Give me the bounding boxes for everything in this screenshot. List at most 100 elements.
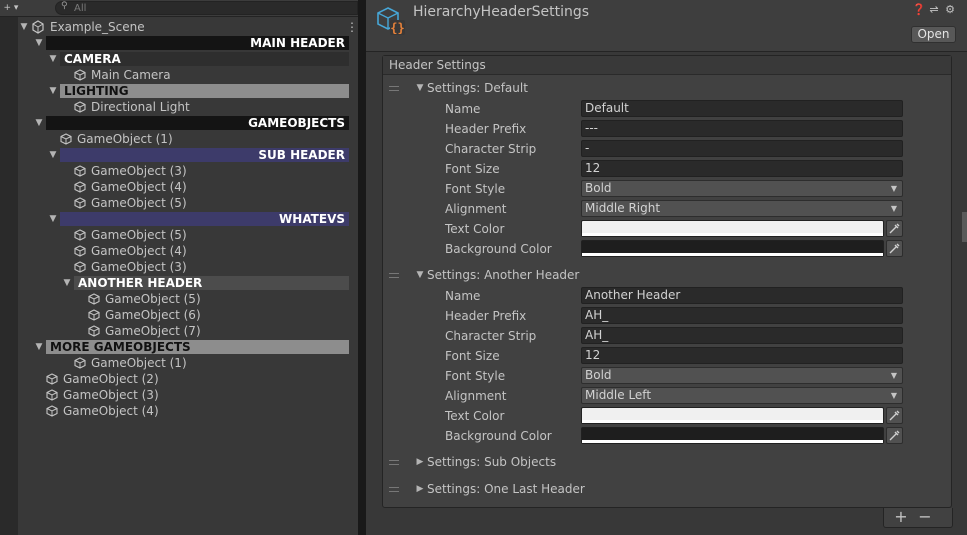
preset-icon[interactable]: ⇌ — [928, 4, 940, 16]
gameobject-label: GameObject (3) — [91, 260, 187, 274]
hierarchy-object-row[interactable]: GameObject (2) — [18, 371, 358, 387]
hierarchy-object-row[interactable]: GameObject (1) — [18, 355, 358, 371]
svg-text:{}: {} — [390, 21, 404, 35]
text-color-swatch[interactable] — [581, 220, 884, 237]
alignment-dropdown[interactable]: Middle Right ▼ — [581, 200, 903, 217]
gameobject-label: GameObject (5) — [105, 292, 201, 306]
add-element-button[interactable]: + — [891, 508, 911, 528]
drag-handle-icon[interactable] — [389, 487, 399, 492]
hierarchy-object-row[interactable]: GameObject (3) — [18, 163, 358, 179]
expand-arrow-icon[interactable]: ▼ — [33, 35, 45, 51]
header-label: GAMEOBJECTS — [46, 116, 349, 130]
expand-arrow-icon[interactable]: ▼ — [61, 275, 73, 291]
settings-section-title[interactable]: Settings: Default — [427, 81, 528, 95]
hierarchy-object-row[interactable]: GameObject (3) — [18, 387, 358, 403]
settings-section-title[interactable]: Settings: One Last Header — [427, 482, 585, 496]
font-style-dropdown[interactable]: Bold ▼ — [581, 180, 903, 197]
open-button[interactable]: Open — [911, 26, 956, 43]
name-field[interactable]: Another Header — [581, 287, 903, 304]
eyedropper-button[interactable] — [886, 220, 903, 237]
hierarchy-object-row[interactable]: GameObject (3) — [18, 259, 358, 275]
name-field[interactable]: Default — [581, 100, 903, 117]
hierarchy-object-row[interactable]: GameObject (4) — [18, 403, 358, 419]
hierarchy-header-row[interactable]: ▼ LIGHTING — [18, 83, 358, 99]
create-dropdown-button[interactable]: + ▾ — [0, 0, 22, 16]
hierarchy-object-row[interactable]: GameObject (4) — [18, 243, 358, 259]
search-input[interactable] — [74, 2, 344, 14]
hierarchy-header-row[interactable]: ▼ ANOTHER HEADER — [18, 275, 358, 291]
foldout-collapsed-icon[interactable]: ▶ — [415, 457, 425, 467]
property-label-alignment: Alignment — [445, 202, 507, 216]
gameobject-cube-icon — [88, 309, 100, 321]
remove-element-button[interactable]: − — [915, 508, 935, 528]
expand-arrow-icon[interactable]: ▼ — [33, 115, 45, 131]
hierarchy-object-row[interactable]: GameObject (4) — [18, 179, 358, 195]
hierarchy-header-row[interactable]: ▼ MORE GAMEOBJECTS — [18, 339, 358, 355]
font-size-field[interactable]: 12 — [581, 347, 903, 364]
dropdown-caret-icon: ▼ — [890, 184, 897, 193]
settings-icon[interactable]: ⚙ — [944, 4, 956, 16]
expand-arrow-icon[interactable]: ▼ — [47, 83, 59, 99]
gameobject-cube-icon — [88, 293, 100, 305]
foldout-collapsed-icon[interactable]: ▶ — [415, 484, 425, 494]
scene-menu-icon[interactable]: ⋮ — [346, 19, 358, 35]
header-label: LIGHTING — [60, 84, 349, 98]
gameobject-label: GameObject (2) — [63, 372, 159, 386]
expand-arrow-icon[interactable]: ▼ — [18, 19, 30, 35]
drag-handle-icon[interactable] — [389, 273, 399, 278]
font-style-dropdown[interactable]: Bold ▼ — [581, 367, 903, 384]
hierarchy-object-row[interactable]: GameObject (6) — [18, 307, 358, 323]
panel-splitter[interactable] — [358, 0, 366, 535]
hierarchy-object-row[interactable]: GameObject (5) — [18, 291, 358, 307]
strip-field[interactable]: AH_ — [581, 327, 903, 344]
eyedropper-button[interactable] — [886, 240, 903, 257]
hierarchy-header-row[interactable]: ▼ WHATEVS — [18, 211, 358, 227]
hierarchy-object-row[interactable]: GameObject (5) — [18, 227, 358, 243]
alpha-bar — [582, 440, 883, 443]
hierarchy-header-row[interactable]: ▼ SUB HEADER — [18, 147, 358, 163]
expand-arrow-icon[interactable]: ▼ — [47, 51, 59, 67]
scene-row[interactable]: ▼ Example_Scene ⋮ — [18, 19, 358, 35]
strip-field[interactable]: - — [581, 140, 903, 157]
hierarchy-object-row[interactable]: Directional Light — [18, 99, 358, 115]
property-label-bg-color: Background Color — [445, 242, 552, 256]
inspector-scrollbar[interactable] — [962, 212, 967, 242]
property-label-name: Name — [445, 102, 481, 116]
eyedropper-icon — [889, 410, 900, 421]
gameobject-label: GameObject (6) — [105, 308, 201, 322]
hierarchy-object-row[interactable]: GameObject (7) — [18, 323, 358, 339]
header-label: WHATEVS — [60, 212, 349, 226]
hierarchy-object-row[interactable]: GameObject (5) — [18, 195, 358, 211]
bg-color-swatch[interactable] — [581, 240, 884, 257]
drag-handle-icon[interactable] — [389, 86, 399, 91]
hierarchy-header-row[interactable]: ▼ GAMEOBJECTS — [18, 115, 358, 131]
expand-arrow-icon[interactable]: ▼ — [33, 339, 45, 355]
font-size-field[interactable]: 12 — [581, 160, 903, 177]
help-icon[interactable]: ❓ — [912, 4, 926, 16]
prefix-field[interactable]: AH_ — [581, 307, 903, 324]
alignment-dropdown[interactable]: Middle Left ▼ — [581, 387, 903, 404]
hierarchy-panel: + ▾ ⚲ ▼ Example_Scene ⋮ ▼MAIN HEADER▼CAM… — [0, 0, 358, 535]
hierarchy-header-row[interactable]: ▼ MAIN HEADER — [18, 35, 358, 51]
foldout-expanded-icon[interactable]: ▼ — [415, 270, 425, 280]
hierarchy-object-row[interactable]: Main Camera — [18, 67, 358, 83]
gameobject-label: GameObject (1) — [77, 132, 173, 146]
hierarchy-object-row[interactable]: GameObject (1) — [18, 131, 358, 147]
hierarchy-search[interactable]: ⚲ — [55, 1, 358, 15]
text-color-swatch[interactable] — [581, 407, 884, 424]
list-footer: + − — [883, 508, 953, 528]
expand-arrow-icon[interactable]: ▼ — [47, 211, 59, 227]
gameobject-cube-icon — [60, 133, 72, 145]
expand-arrow-icon[interactable]: ▼ — [47, 147, 59, 163]
eyedropper-button[interactable] — [886, 407, 903, 424]
drag-handle-icon[interactable] — [389, 460, 399, 465]
settings-section-title[interactable]: Settings: Sub Objects — [427, 455, 556, 469]
foldout-expanded-icon[interactable]: ▼ — [415, 83, 425, 93]
bg-color-swatch[interactable] — [581, 427, 884, 444]
prefix-field[interactable]: --- — [581, 120, 903, 137]
settings-section-title[interactable]: Settings: Another Header — [427, 268, 579, 282]
property-label-font-size: Font Size — [445, 349, 500, 363]
hierarchy-header-row[interactable]: ▼ CAMERA — [18, 51, 358, 67]
gameobject-label: GameObject (7) — [105, 324, 201, 338]
eyedropper-button[interactable] — [886, 427, 903, 444]
